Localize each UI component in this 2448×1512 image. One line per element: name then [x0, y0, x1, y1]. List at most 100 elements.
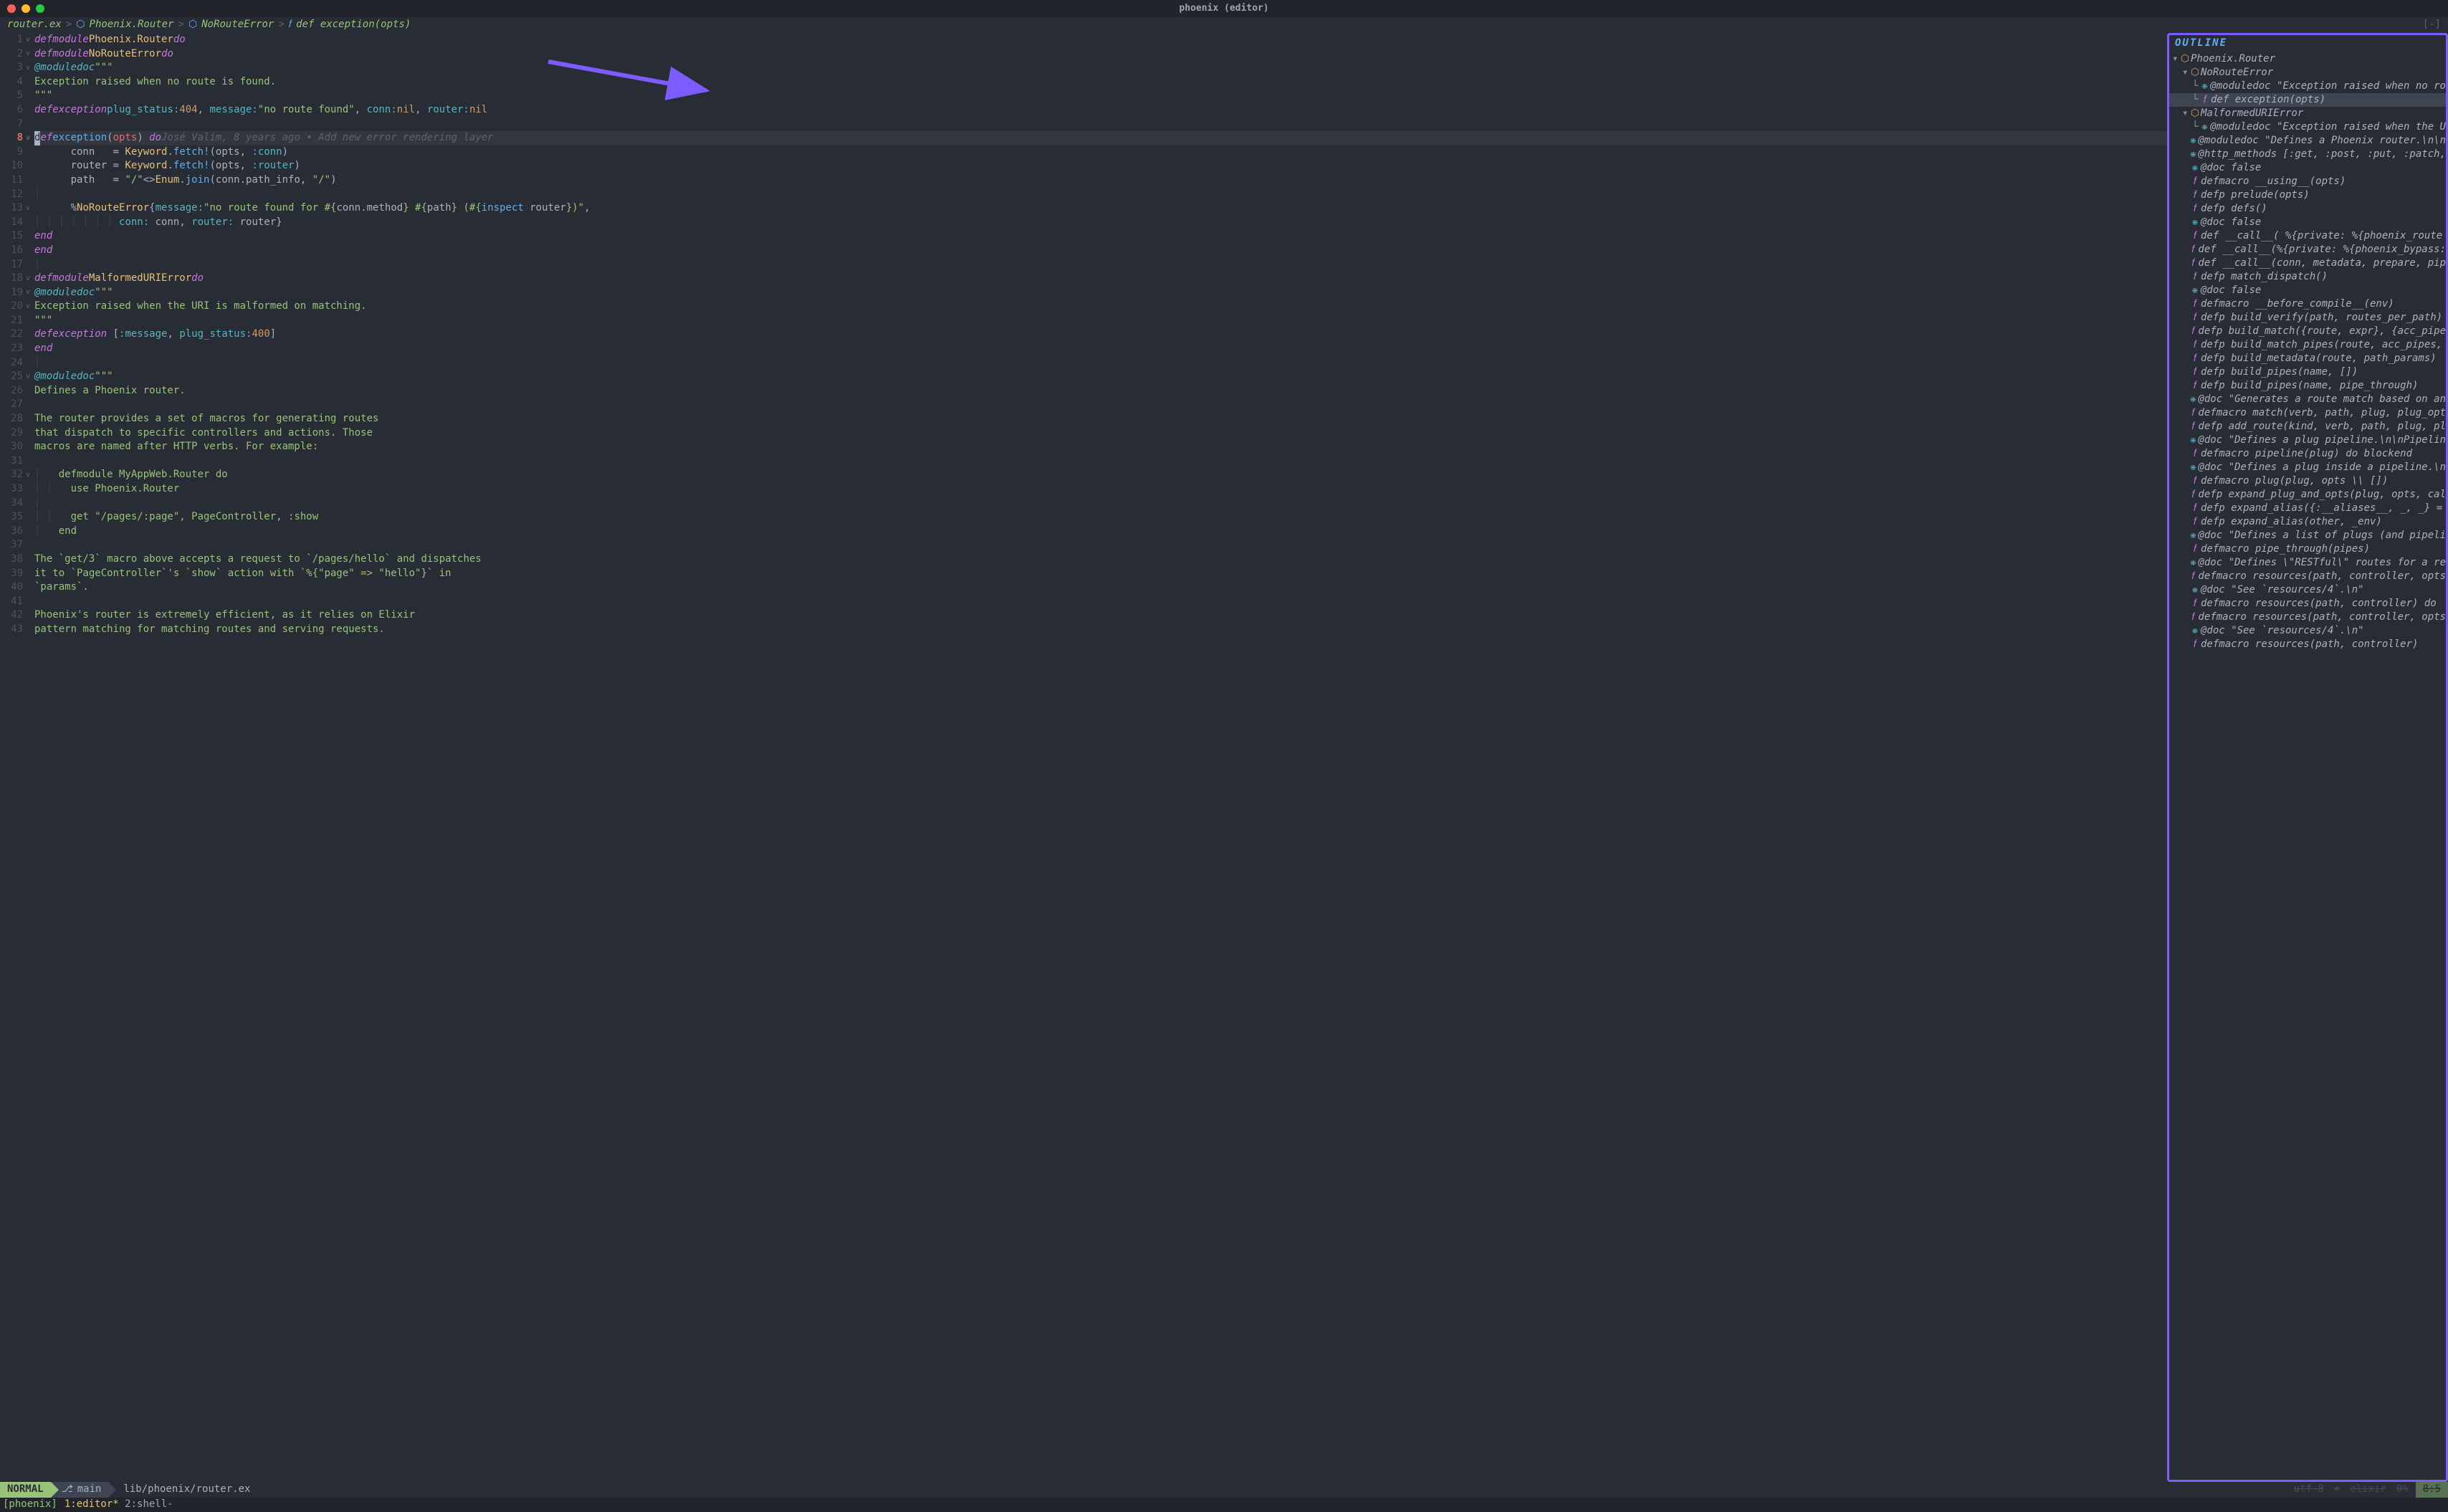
outline-item[interactable]: 𝑓 defp build_verify(path, routes_per_pat…	[2169, 311, 2446, 325]
code-line[interactable]	[34, 595, 2167, 609]
chevron-down-icon[interactable]	[2182, 284, 2189, 297]
code-line[interactable]: that dispatch to specific controllers an…	[34, 426, 2167, 441]
outline-item[interactable]: 𝑓 defp build_pipes(name, [])	[2169, 365, 2446, 379]
breadcrumb-seg-2[interactable]: def exception(opts)	[296, 18, 411, 32]
git-branch[interactable]: ⎇ main	[59, 1482, 109, 1498]
chevron-down-icon[interactable]	[2182, 515, 2189, 529]
chevron-down-icon[interactable]	[2182, 420, 2189, 434]
chevron-down-icon[interactable]: ▾	[2182, 66, 2189, 80]
tmux-window[interactable]: 2:shell-	[125, 1498, 173, 1510]
outline-item[interactable]: 𝑓 defmacro plug(plug, opts \\ [])	[2169, 474, 2446, 488]
code-line[interactable]: The router provides a set of macros for …	[34, 412, 2167, 426]
outline-item[interactable]: 𝑓 def __call__( %{private: %{phoenix_rou…	[2169, 229, 2446, 243]
outline-item[interactable]: 𝑓 defp match_dispatch()	[2169, 270, 2446, 284]
code-line[interactable]: defexception plug_status: 404, message: …	[34, 103, 2167, 118]
chevron-down-icon[interactable]	[2182, 270, 2189, 284]
code-line[interactable]: │	[34, 188, 2167, 202]
line-number[interactable]: 16	[0, 244, 30, 258]
line-number[interactable]: 19v	[0, 286, 30, 300]
line-number-gutter[interactable]: 1v2v3v4 5 6 7 8v9 10 11 12 13v14 15 16 1…	[0, 33, 34, 1482]
chevron-down-icon[interactable]	[2182, 406, 2189, 420]
breadcrumb-file[interactable]: router.ex	[7, 18, 62, 32]
chevron-down-icon[interactable]	[2182, 311, 2189, 325]
code-line[interactable]: │ │ use Phoenix.Router	[34, 482, 2167, 497]
line-number[interactable]: 38	[0, 552, 30, 567]
code-line[interactable]: The `get/3` macro above accepts a reques…	[34, 552, 2167, 567]
line-number[interactable]: 41	[0, 595, 30, 609]
outline-item[interactable]: 𝑓 defmacro resources(path, controller) d…	[2169, 597, 2446, 611]
outline-item[interactable]: 𝑓 defmacro __before_compile__(env)	[2169, 297, 2446, 311]
code-line[interactable]: @moduledoc """	[34, 61, 2167, 75]
line-number[interactable]: 9	[0, 145, 30, 160]
outline-item[interactable]: 𝑓 defmacro resources(path, controller)	[2169, 638, 2446, 651]
outline-item[interactable]: 𝑓 def __call__(conn, metadata, prepare, …	[2169, 257, 2446, 270]
code-line[interactable]: defmodule NoRouteError do	[34, 47, 2167, 62]
line-number[interactable]: 20v	[0, 300, 30, 314]
code-line[interactable]: defexception [:message, plug_status: 400…	[34, 327, 2167, 342]
line-number[interactable]: 30	[0, 440, 30, 454]
outline-item[interactable]: ❋ @doc false	[2169, 161, 2446, 175]
outline-item[interactable]: └𝑓 def exception(opts)	[2169, 93, 2446, 107]
tmux-bar[interactable]: [phoenix] 1:editor* 2:shell-	[0, 1498, 2448, 1512]
line-number[interactable]: 11	[0, 173, 30, 188]
chevron-down-icon[interactable]	[2182, 570, 2189, 583]
chevron-down-icon[interactable]	[2182, 229, 2189, 243]
outline-item[interactable]: ❋ @doc "Generates a route match based on…	[2169, 393, 2446, 406]
outline-item[interactable]: 𝑓 defmacro pipe_through(pipes)	[2169, 542, 2446, 556]
outline-item[interactable]: 𝑓 defp build_pipes(name, pipe_through)	[2169, 379, 2446, 393]
line-number[interactable]: 26	[0, 384, 30, 398]
line-number[interactable]: 43	[0, 623, 30, 637]
outline-item[interactable]: 𝑓 defp expand_alias(other, _env)	[2169, 515, 2446, 529]
line-number[interactable]: 22	[0, 327, 30, 342]
chevron-down-icon[interactable]	[2182, 542, 2189, 556]
chevron-down-icon[interactable]	[2182, 474, 2189, 488]
chevron-down-icon[interactable]: └	[2192, 93, 2199, 107]
code-line[interactable]: Defines a Phoenix router.	[34, 384, 2167, 398]
close-icon[interactable]	[7, 4, 16, 13]
code-line[interactable]: end	[34, 229, 2167, 244]
code-line[interactable]: │ │ │ │ │ │ │ conn: conn, router: router…	[34, 216, 2167, 230]
line-number[interactable]: 42	[0, 608, 30, 623]
chevron-down-icon[interactable]: └	[2192, 120, 2199, 134]
outline-item[interactable]: ▾⬡ MalformedURIError	[2169, 107, 2446, 120]
tmux-window[interactable]: 1:editor*	[64, 1498, 119, 1510]
code-line[interactable]: │ end	[34, 525, 2167, 539]
code-line[interactable]: Exception raised when the URI is malform…	[34, 300, 2167, 314]
code-line[interactable]	[34, 454, 2167, 469]
chevron-down-icon[interactable]: ▾	[2182, 107, 2189, 120]
chevron-down-icon[interactable]	[2182, 379, 2189, 393]
outline-item[interactable]: ▾⬡ NoRouteError	[2169, 66, 2446, 80]
outline-item[interactable]: 𝑓 defmacro resources(path, controller, o…	[2169, 611, 2446, 624]
chevron-down-icon[interactable]	[2182, 638, 2189, 651]
code-line[interactable]	[34, 118, 2167, 132]
outline-item[interactable]: ❋ @doc "See `resources/4`.\n"	[2169, 624, 2446, 638]
chevron-down-icon[interactable]	[2182, 243, 2189, 257]
code-line[interactable]: defmodule MalformedURIError do	[34, 272, 2167, 286]
line-number[interactable]: 35	[0, 510, 30, 525]
code-line[interactable]: end	[34, 244, 2167, 258]
line-number[interactable]: 3v	[0, 61, 30, 75]
chevron-down-icon[interactable]	[2182, 352, 2189, 365]
code-line[interactable]: Exception raised when no route is found.	[34, 75, 2167, 90]
code-line[interactable]: │ │ get "/pages/:page", PageController, …	[34, 510, 2167, 525]
outline-item[interactable]: ❋ @doc "Defines a plug inside a pipeline…	[2169, 461, 2446, 474]
editor-pane[interactable]: 1v2v3v4 5 6 7 8v9 10 11 12 13v14 15 16 1…	[0, 33, 2167, 1482]
outline-item[interactable]: 𝑓 defp expand_plug_and_opts(plug, opts, …	[2169, 488, 2446, 502]
outline-item[interactable]: 𝑓 defp prelude(opts)	[2169, 188, 2446, 202]
chevron-down-icon[interactable]	[2182, 216, 2189, 229]
breadcrumb-seg-0[interactable]: Phoenix.Router	[90, 18, 174, 32]
line-number[interactable]: 39	[0, 567, 30, 581]
code-line[interactable]: def exception(opts) do José Valim, 8 yea…	[34, 131, 2167, 145]
code-line[interactable]: Phoenix's router is extremely efficient,…	[34, 608, 2167, 623]
line-number[interactable]: 8v	[0, 131, 30, 145]
code-line[interactable]: %NoRouteError{message: "no route found f…	[34, 201, 2167, 216]
chevron-down-icon[interactable]	[2182, 161, 2189, 175]
line-number[interactable]: 27	[0, 398, 30, 412]
line-number[interactable]: 31	[0, 454, 30, 469]
code-line[interactable]: defmodule Phoenix.Router do	[34, 33, 2167, 47]
line-number[interactable]: 40	[0, 580, 30, 595]
line-number[interactable]: 7	[0, 118, 30, 132]
code-line[interactable]: end	[34, 342, 2167, 356]
line-number[interactable]: 32v	[0, 468, 30, 482]
outline-item[interactable]: 𝑓 defmacro resources(path, controller, o…	[2169, 570, 2446, 583]
